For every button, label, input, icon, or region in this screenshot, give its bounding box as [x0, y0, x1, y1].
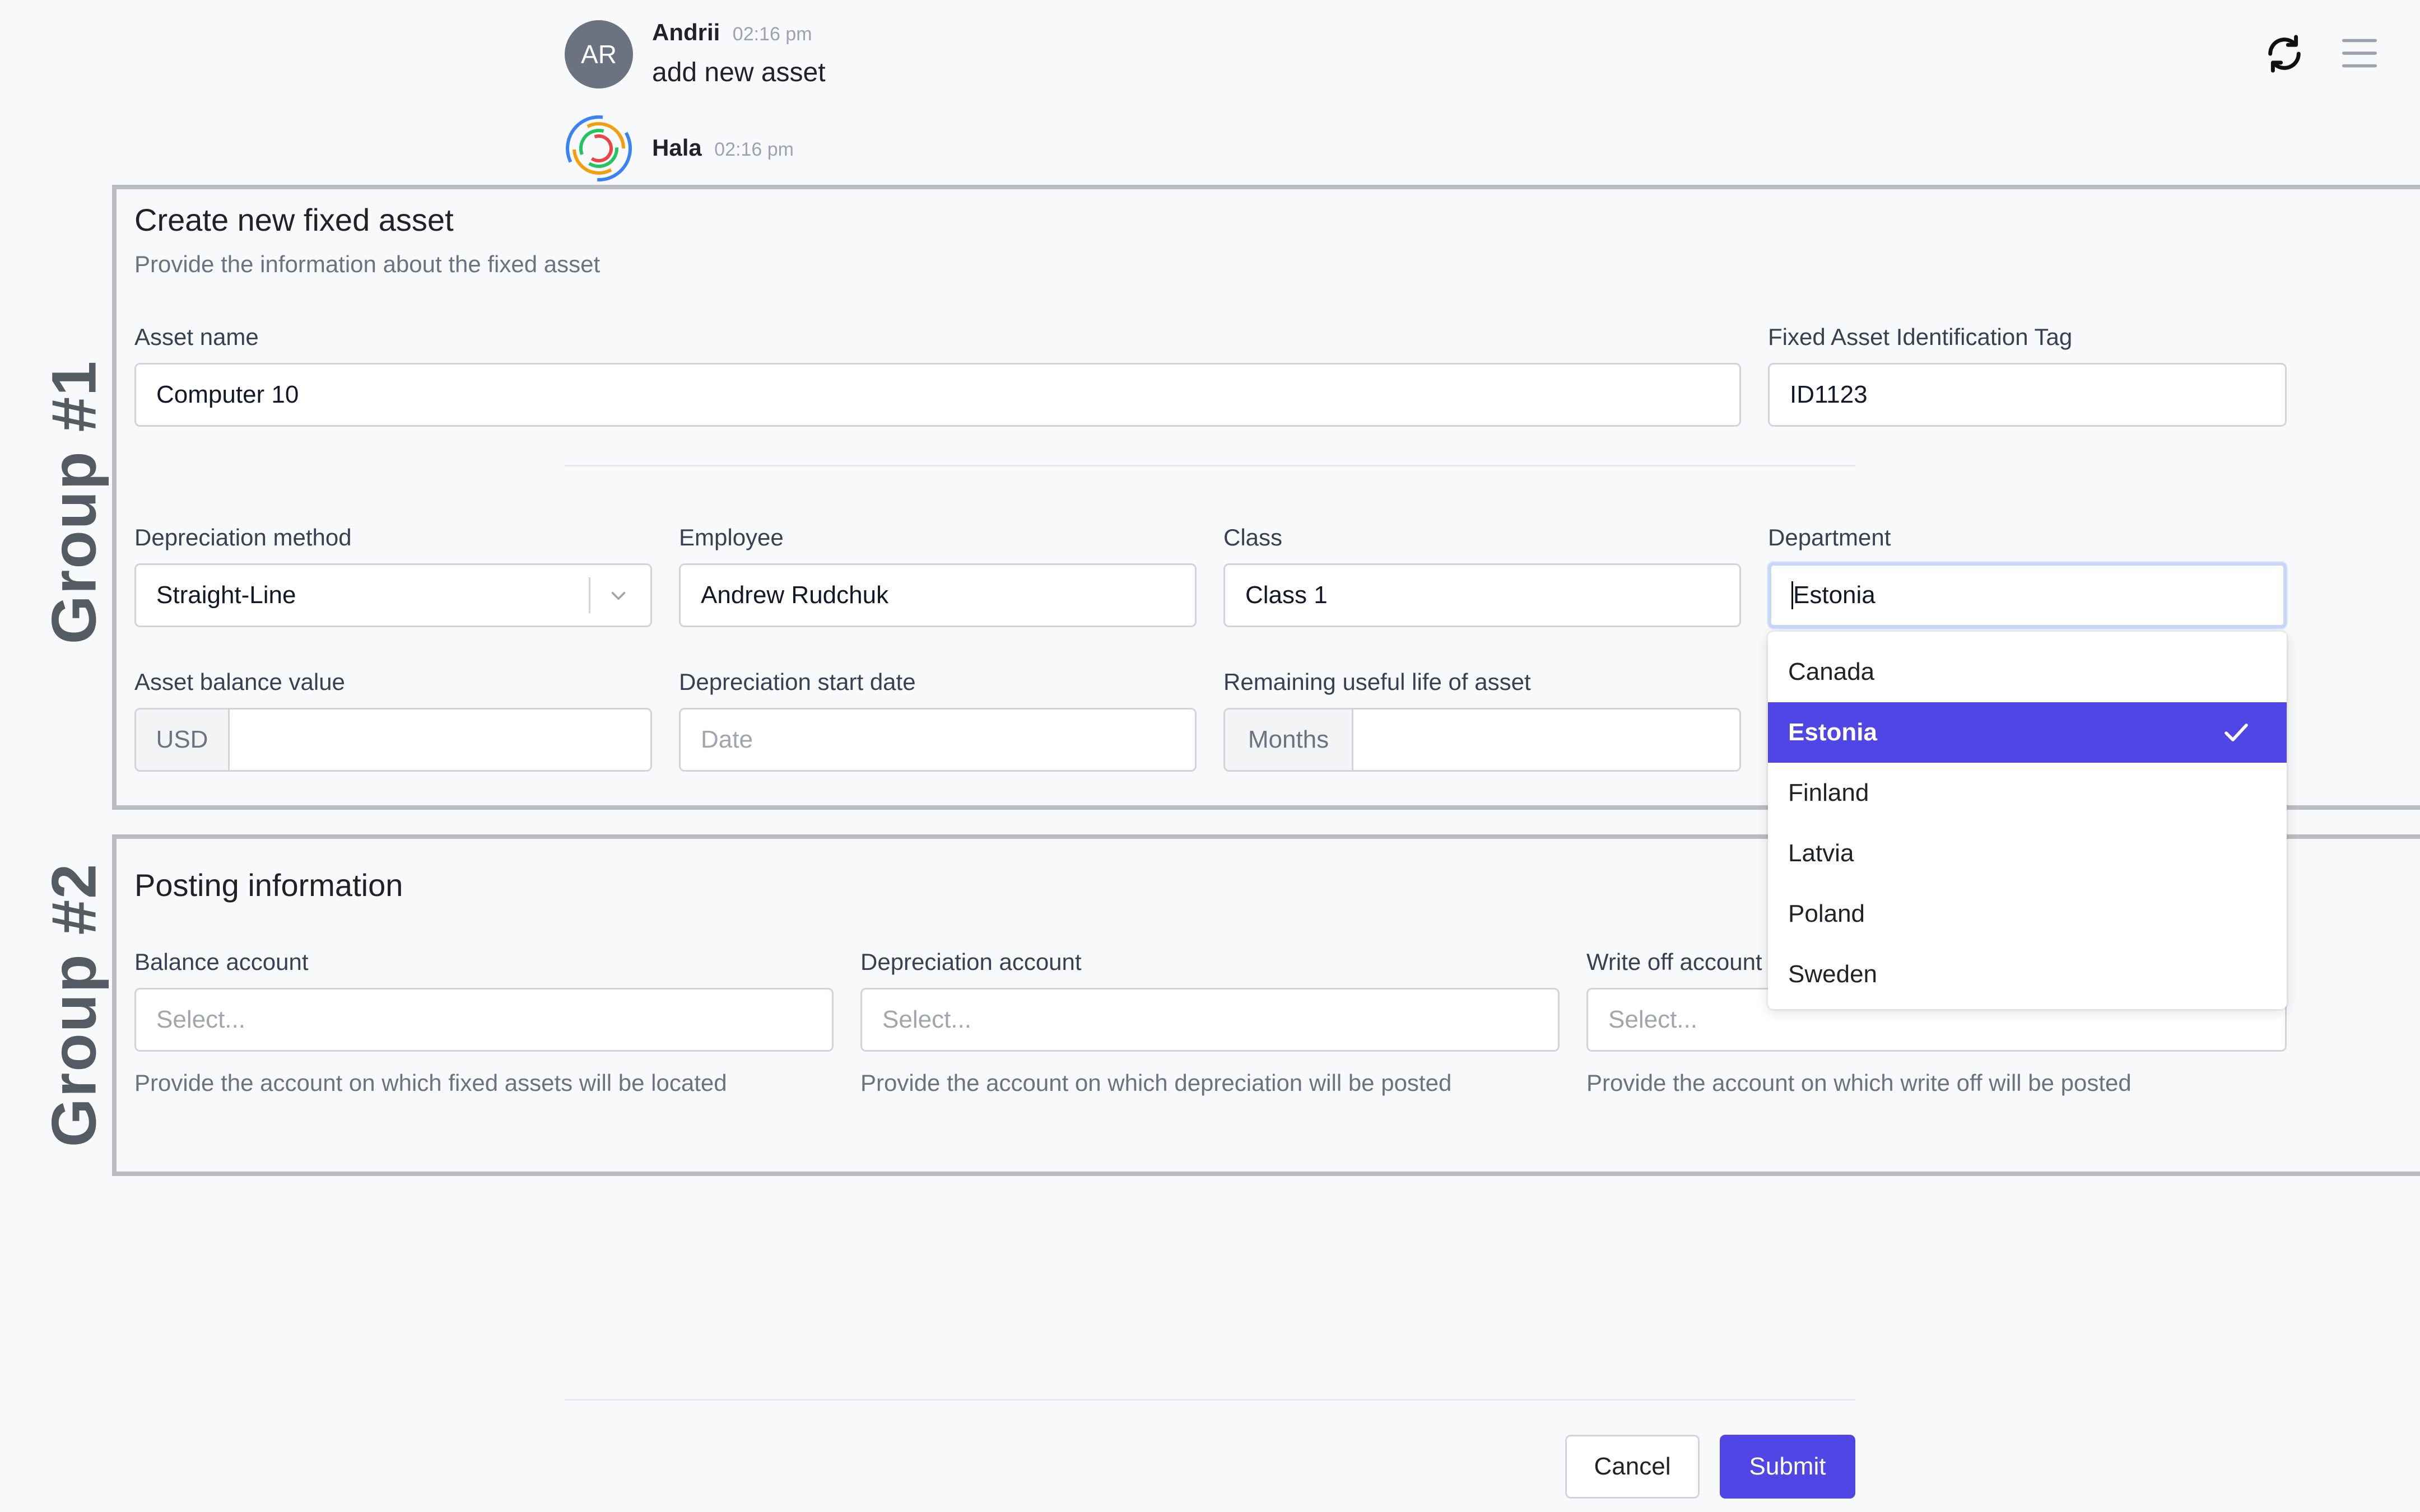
asset-balance-input[interactable]: USD	[134, 708, 652, 772]
refresh-icon[interactable]	[2263, 32, 2306, 75]
asset-name-value: Computer 10	[156, 381, 299, 408]
group-1-label: Group #1	[39, 360, 109, 645]
depreciation-method-select[interactable]: Straight-Line	[134, 563, 652, 627]
user-message-time: 02:16 pm	[732, 24, 812, 45]
employee-label: Employee	[679, 524, 784, 550]
depreciation-method-value: Straight-Line	[156, 581, 296, 609]
department-label: Department	[1768, 524, 1891, 550]
department-dropdown: Canada Estonia Finland Latvia Poland Swe…	[1768, 632, 2287, 1009]
user-name: Andrii	[652, 19, 720, 45]
balance-account-help: Provide the account on which fixed asset…	[134, 1070, 727, 1096]
bot-message-header: Hala 02:16 pm	[652, 134, 794, 161]
depreciation-start-label: Depreciation start date	[679, 669, 916, 695]
depreciation-start-placeholder: Date	[701, 726, 753, 753]
remaining-life-input[interactable]: Months	[1223, 708, 1741, 772]
asset-name-input[interactable]: Computer 10	[134, 363, 1741, 427]
form-divider	[565, 465, 1855, 466]
depreciation-account-placeholder: Select...	[882, 1006, 971, 1033]
balance-account-select[interactable]: Select...	[134, 988, 834, 1052]
department-input[interactable]: Estonia	[1768, 562, 2287, 628]
depreciation-account-select[interactable]: Select...	[860, 988, 1560, 1052]
group-2-label: Group #2	[39, 862, 109, 1147]
class-value: Class 1	[1245, 581, 1328, 609]
bot-name: Hala	[652, 134, 702, 161]
form-subtitle: Provide the information about the fixed …	[134, 251, 601, 277]
dropdown-option[interactable]: Sweden	[1768, 944, 2287, 1005]
employee-value: Andrew Rudchuk	[701, 581, 889, 609]
checkmark-icon	[2224, 724, 2248, 741]
dropdown-option[interactable]: Canada	[1768, 642, 2287, 702]
submit-button[interactable]: Submit	[1720, 1435, 1855, 1499]
dropdown-option[interactable]: Finland	[1768, 763, 2287, 823]
currency-addon: USD	[136, 710, 230, 770]
remaining-life-label: Remaining useful life of asset	[1223, 669, 1531, 695]
balance-account-placeholder: Select...	[156, 1006, 245, 1033]
department-value: Estonia	[1791, 581, 1876, 609]
depreciation-account-label: Depreciation account	[860, 949, 1082, 975]
form-title: Create new fixed asset	[134, 202, 454, 237]
balance-account-label: Balance account	[134, 949, 309, 975]
asset-name-label: Asset name	[134, 324, 259, 350]
chevron-down-icon[interactable]	[607, 584, 630, 608]
writeoff-account-help: Provide the account on which write off w…	[1586, 1070, 2132, 1096]
depreciation-account-help: Provide the account on which depreciatio…	[860, 1070, 1452, 1096]
select-separator	[589, 577, 590, 613]
asset-tag-label: Fixed Asset Identification Tag	[1768, 324, 2073, 350]
dropdown-option-selected[interactable]: Estonia	[1768, 702, 2287, 763]
dropdown-option[interactable]: Poland	[1768, 884, 2287, 944]
menu-icon[interactable]	[2340, 36, 2379, 71]
class-label: Class	[1223, 524, 1283, 550]
class-input[interactable]: Class 1	[1223, 563, 1741, 627]
writeoff-account-label: Write off account	[1586, 949, 1762, 975]
employee-input[interactable]: Andrew Rudchuk	[679, 563, 1197, 627]
asset-balance-label: Asset balance value	[134, 669, 345, 695]
bot-message-time: 02:16 pm	[714, 139, 794, 160]
depreciation-start-input[interactable]: Date	[679, 708, 1197, 772]
user-avatar: AR	[565, 20, 633, 88]
depreciation-method-label: Depreciation method	[134, 524, 352, 550]
asset-tag-value: ID1123	[1790, 381, 1868, 408]
asset-tag-input[interactable]: ID1123	[1768, 363, 2287, 427]
cancel-button[interactable]: Cancel	[1565, 1435, 1700, 1499]
user-message-header: Andrii 02:16 pm	[652, 19, 812, 46]
months-addon: Months	[1225, 710, 1353, 770]
actions-divider	[565, 1399, 1855, 1401]
writeoff-account-placeholder: Select...	[1608, 1006, 1697, 1033]
posting-title: Posting information	[134, 867, 403, 903]
bot-avatar	[566, 115, 632, 181]
dropdown-option[interactable]: Latvia	[1768, 823, 2287, 884]
user-message-text: add new asset	[652, 58, 826, 87]
